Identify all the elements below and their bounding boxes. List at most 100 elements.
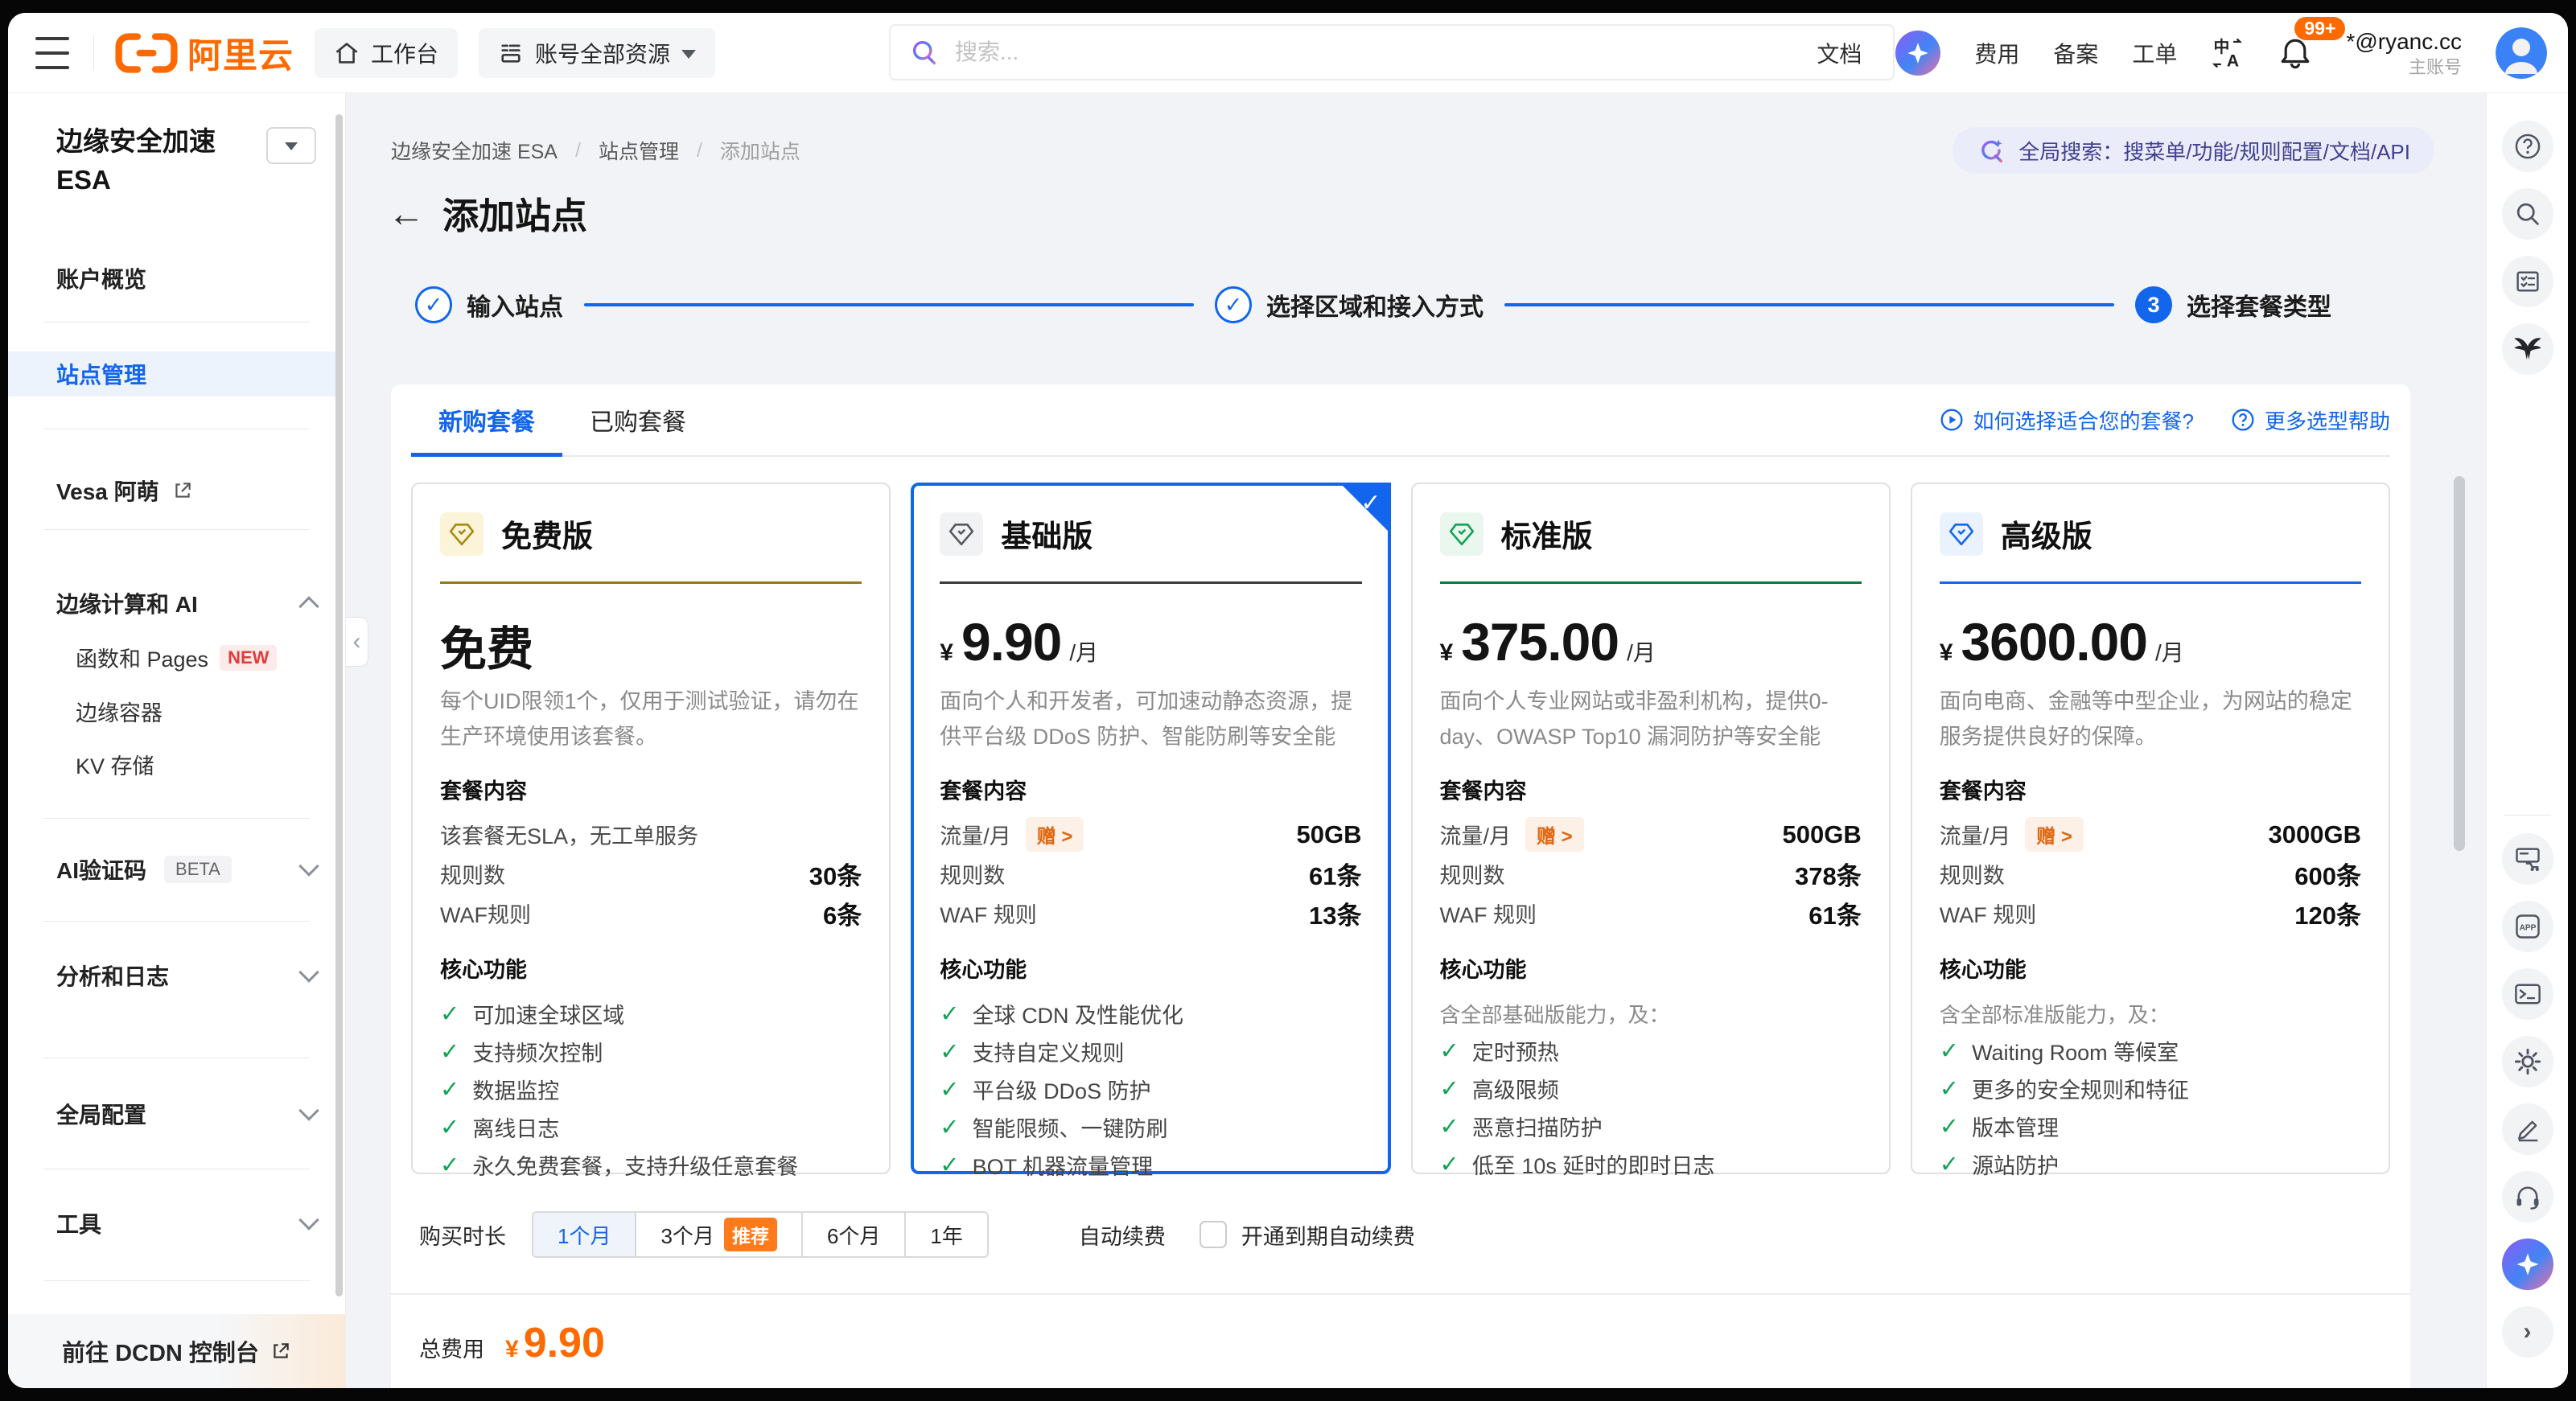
page-title: 添加站点 bbox=[442, 187, 587, 239]
plan-row: WAF规则 6条 bbox=[440, 894, 862, 933]
step-3-label: 选择套餐类型 bbox=[2187, 287, 2331, 323]
sidebar-item-overview[interactable]: 账户概览 bbox=[56, 262, 316, 294]
sidebar-item-edge-container[interactable]: 边缘容器 bbox=[76, 696, 316, 727]
docs-link[interactable]: 文档 bbox=[1817, 37, 1862, 69]
account-name: *@ryanc.cc bbox=[2346, 27, 2462, 56]
sidebar-section-tools[interactable]: 工具 bbox=[56, 1207, 316, 1239]
total-amount: 9.90 bbox=[524, 1319, 605, 1367]
bird-icon[interactable] bbox=[2502, 323, 2553, 375]
duration-option-1month[interactable]: 1个月 bbox=[533, 1213, 635, 1256]
feature-item: ✓离线日志 bbox=[440, 1108, 862, 1146]
sidebar-scrollbar[interactable] bbox=[335, 114, 343, 1296]
plan-accent-divider bbox=[940, 581, 1361, 584]
duration-option-6months[interactable]: 6个月 bbox=[801, 1213, 904, 1256]
tab-owned-plan[interactable]: 已购套餐 bbox=[562, 384, 714, 455]
search-input[interactable] bbox=[953, 39, 1874, 66]
global-search-pill[interactable]: 全局搜索：搜菜单/功能/规则配置/文档/API bbox=[1953, 127, 2434, 174]
feature-item: ✓全球 CDN 及性能优化 bbox=[940, 995, 1361, 1033]
feedback-pencil-icon[interactable] bbox=[2502, 1103, 2553, 1155]
plan-price: 免费 bbox=[440, 611, 533, 679]
plan-content-label: 套餐内容 bbox=[1440, 774, 1862, 805]
settings-gear-icon[interactable] bbox=[2502, 1036, 2553, 1087]
account-resources-label: 账号全部资源 bbox=[535, 37, 670, 69]
sidebar-item-kv-storage[interactable]: KV 存储 bbox=[76, 749, 316, 780]
duration-segmented-control: 1个月 3个月 推荐 6个月 1年 bbox=[532, 1211, 989, 1258]
svg-text:A: A bbox=[2227, 51, 2239, 70]
survey-icon[interactable] bbox=[2502, 256, 2553, 307]
breadcrumb-site-management[interactable]: 站点管理 bbox=[599, 136, 679, 165]
account-info[interactable]: *@ryanc.cc 主账号 bbox=[2346, 27, 2462, 80]
how-to-choose-link[interactable]: 如何选择适合您的套餐? bbox=[1940, 405, 2194, 435]
global-search-icon bbox=[1977, 136, 2006, 165]
feature-item: ✓低至 10s 延时的即时日志 bbox=[1440, 1145, 1862, 1183]
product-title-line2: ESA bbox=[56, 161, 216, 199]
account-resources-dropdown[interactable]: 账号全部资源 bbox=[479, 28, 715, 78]
plan-card-premium[interactable]: 高级版 ¥ 3600.00 /月 面向电商、金融等中型企业，为网站的稳定服务提供… bbox=[1911, 483, 2390, 1174]
terminal-icon[interactable] bbox=[2502, 968, 2553, 1020]
gift-badge[interactable]: 赠 > bbox=[2025, 817, 2084, 852]
plan-price: 9.90 bbox=[961, 611, 1061, 672]
billing-link[interactable]: 费用 bbox=[1974, 37, 2019, 69]
check-icon: ✓ bbox=[940, 1000, 959, 1028]
plan-card-free[interactable]: 免费版 免费 每个UID限领1个，仅用于测试验证，请勿在生产环境使用该套餐。 套… bbox=[411, 483, 891, 1174]
step-3: 3 选择套餐类型 bbox=[2135, 286, 2331, 323]
workbench-label: 工作台 bbox=[371, 37, 438, 69]
icp-link[interactable]: 备案 bbox=[2053, 37, 2098, 69]
plan-card-standard[interactable]: 标准版 ¥ 375.00 /月 面向个人专业网站或非盈利机构，提供0-day、O… bbox=[1411, 483, 1891, 1174]
plan-period: /月 bbox=[2155, 635, 2184, 668]
sidebar-item-vesa[interactable]: Vesa 阿萌 bbox=[56, 475, 316, 507]
workbench-button[interactable]: 工作台 bbox=[315, 28, 458, 78]
avatar[interactable] bbox=[2496, 27, 2547, 79]
gift-badge[interactable]: 赠 > bbox=[1525, 817, 1584, 852]
auto-renew-checkbox[interactable] bbox=[1200, 1221, 1227, 1248]
plan-card-basic[interactable]: ✓ 基础版 ¥ 9.90 bbox=[911, 483, 1390, 1174]
external-link-icon bbox=[270, 1341, 291, 1362]
help-icon[interactable] bbox=[2502, 121, 2553, 172]
search-icon[interactable] bbox=[2502, 188, 2553, 240]
gift-badge[interactable]: 赠 > bbox=[1026, 817, 1084, 852]
ai-assistant-icon[interactable] bbox=[2502, 1239, 2553, 1290]
chevron-down-icon bbox=[298, 962, 319, 982]
hamburger-menu-icon[interactable] bbox=[35, 32, 72, 74]
divider bbox=[43, 818, 310, 819]
product-switch-dropdown[interactable] bbox=[266, 127, 316, 164]
sidebar-section-global-config[interactable]: 全局配置 bbox=[56, 1098, 316, 1130]
recommended-badge: 推荐 bbox=[724, 1218, 777, 1251]
chevron-down-icon bbox=[298, 856, 319, 876]
ai-assistant-icon[interactable] bbox=[1895, 31, 1940, 76]
feature-item: ✓高级限频 bbox=[1440, 1070, 1862, 1107]
header-right: 文档 费用 备案 工单 中 A 99+ bbox=[1817, 13, 2547, 93]
sidebar-section-analytics-logs[interactable]: 分析和日志 bbox=[56, 959, 316, 992]
notifications-bell[interactable]: 99+ bbox=[2278, 36, 2312, 70]
sidebar-section-ai-captcha[interactable]: AI验证码 BETA bbox=[56, 853, 316, 885]
sidebar-item-site-management[interactable]: 站点管理 bbox=[8, 351, 337, 396]
product-header: 边缘安全加速 ESA bbox=[56, 122, 316, 199]
currency: ¥ bbox=[1940, 639, 1953, 667]
main-scrollbar[interactable] bbox=[2454, 476, 2465, 851]
ticket-link[interactable]: 工单 bbox=[2132, 37, 2177, 69]
language-switch-icon[interactable]: 中 A bbox=[2211, 36, 2245, 70]
back-arrow-icon[interactable]: ← bbox=[388, 195, 425, 232]
step-2-label: 选择区域和接入方式 bbox=[1266, 287, 1483, 323]
more-help-link[interactable]: 更多选型帮助 bbox=[2231, 405, 2390, 435]
collapse-rail-icon[interactable]: › bbox=[2502, 1306, 2553, 1358]
goto-dcdn-console-link[interactable]: 前往 DCDN 控制台 bbox=[8, 1314, 345, 1388]
duration-option-1year[interactable]: 1年 bbox=[904, 1213, 986, 1256]
duration-option-3months[interactable]: 3个月 推荐 bbox=[635, 1213, 800, 1256]
support-headset-icon[interactable] bbox=[2502, 1171, 2553, 1222]
plan-panel: 新购套餐 已购套餐 如何选择适合您的套餐? bbox=[391, 384, 2410, 1388]
app-icon[interactable]: APP bbox=[2502, 901, 2553, 952]
sidebar-collapse-handle[interactable]: ‹ bbox=[346, 617, 368, 667]
tab-new-plan[interactable]: 新购套餐 bbox=[411, 384, 562, 455]
plan-price: 375.00 bbox=[1461, 611, 1619, 672]
plan-content-label: 套餐内容 bbox=[940, 774, 1361, 805]
plan-features-label: 核心功能 bbox=[440, 952, 862, 984]
step-2: ✓ 选择区域和接入方式 bbox=[1215, 286, 1483, 323]
sidebar-item-functions-pages[interactable]: 函数和 Pages NEW bbox=[76, 642, 316, 673]
plan-name: 免费版 bbox=[501, 512, 593, 556]
sidebar-section-edge-computing[interactable]: 边缘计算和 AI bbox=[56, 587, 316, 619]
breadcrumb-esa[interactable]: 边缘安全加速 ESA bbox=[391, 136, 558, 165]
alibaba-cloud-logo[interactable]: 阿里云 bbox=[115, 28, 294, 78]
svg-text:APP: APP bbox=[2519, 924, 2536, 933]
console-guide-icon[interactable] bbox=[2502, 833, 2553, 885]
